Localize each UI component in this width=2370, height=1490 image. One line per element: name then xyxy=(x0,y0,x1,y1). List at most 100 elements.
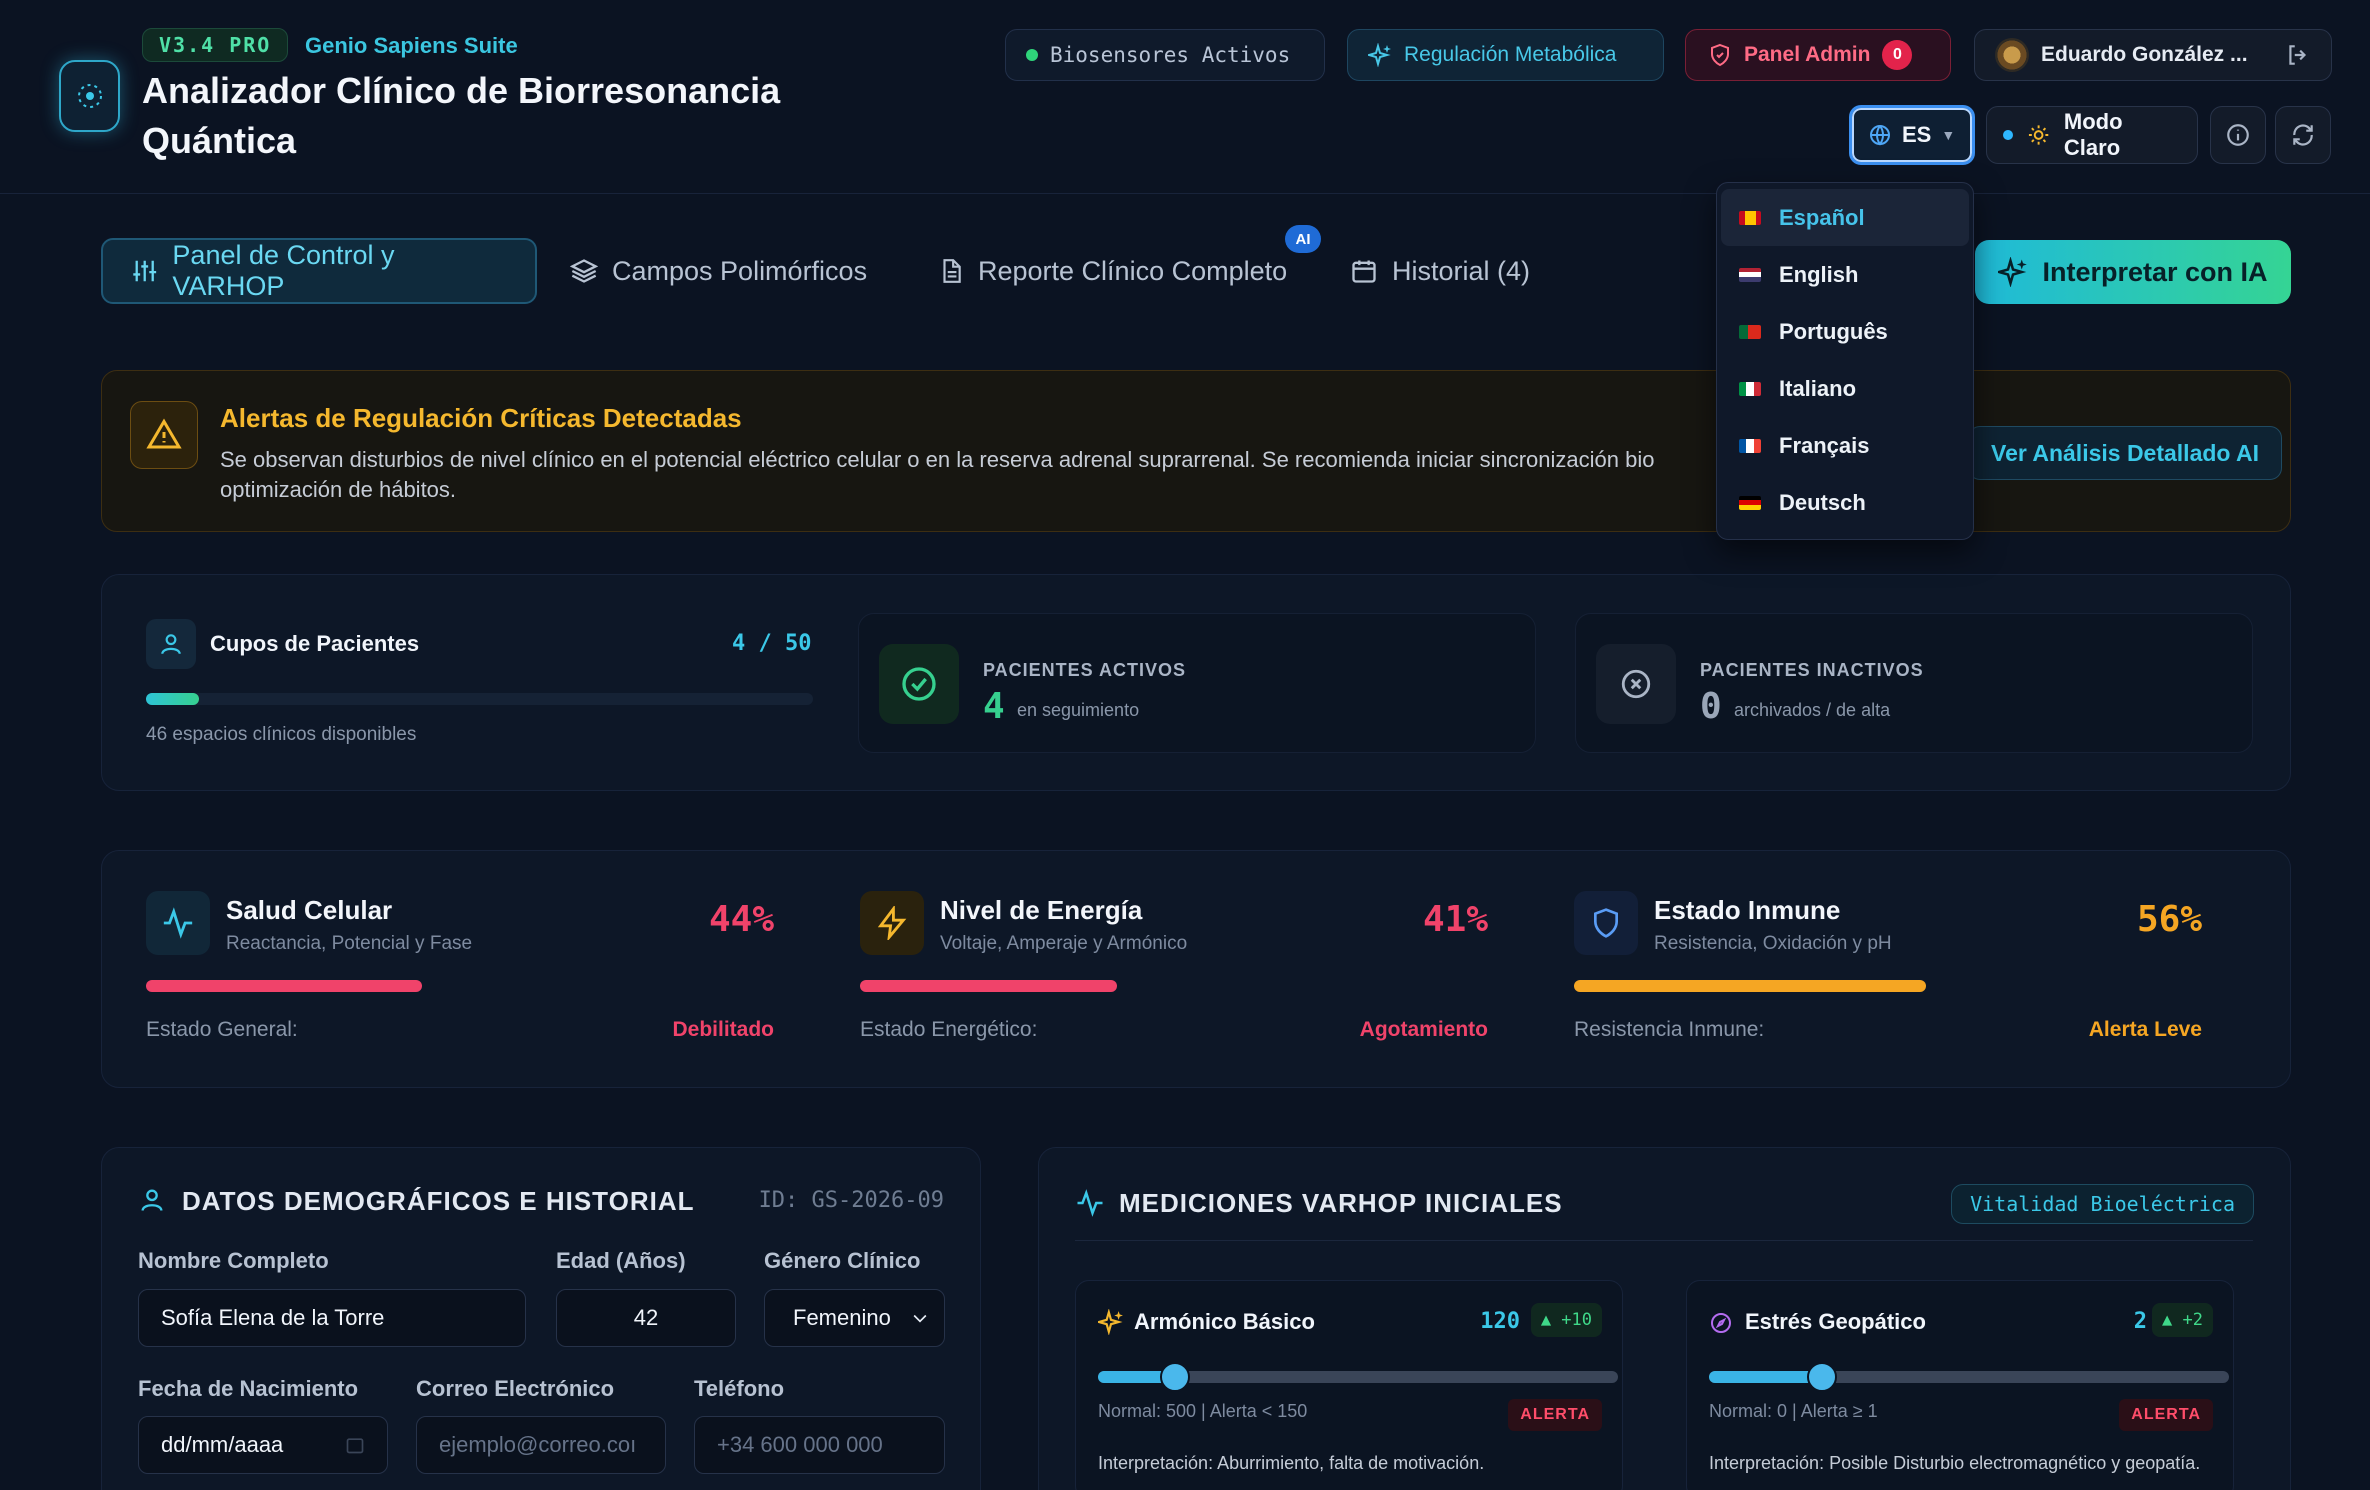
version-badge: V3.4 PRO xyxy=(142,28,289,62)
tab-polymorphic-fields[interactable]: Campos Polimórficos xyxy=(570,238,867,304)
cellular-health-metric: Salud Celular Reactancia, Potencial y Fa… xyxy=(102,891,774,1061)
measurement-value: 2 xyxy=(2133,1309,2147,1334)
measurement-value: 120 xyxy=(1480,1309,1520,1334)
globe-icon xyxy=(1870,125,1890,146)
alert-text-line: Se observan disturbios de nivel clínico … xyxy=(220,447,1655,472)
language-selector[interactable]: ES ▼ xyxy=(1849,105,1975,165)
energy-level-metric: Nivel de Energía Voltaje, Amperaje y Arm… xyxy=(816,891,1488,1061)
slider-handle[interactable] xyxy=(1160,1362,1190,1392)
flag-us-icon xyxy=(1739,267,1761,282)
gender-label: Género Clínico xyxy=(764,1248,921,1273)
status-badge: ALERTA xyxy=(1508,1399,1602,1431)
refresh-button[interactable] xyxy=(2275,106,2331,164)
vitality-badge: Vitalidad Bioeléctrica xyxy=(1951,1184,2254,1224)
interpret-ai-button[interactable]: Interpretar con IA xyxy=(1975,240,2291,304)
inactive-patients-label: PACIENTES INACTIVOS xyxy=(1700,660,1924,680)
slider-handle[interactable] xyxy=(1807,1362,1838,1392)
app-header: V3.4 PRO Genio Sapiens Suite Analizador … xyxy=(0,0,2370,194)
status-dot xyxy=(2003,130,2013,140)
tab-clinical-report[interactable]: Reporte Clínico Completo xyxy=(938,238,1287,304)
measurement-title: Armónico Básico xyxy=(1134,1309,1315,1334)
info-icon xyxy=(2227,124,2249,146)
bolt-icon-box xyxy=(860,891,924,955)
biosensors-label: Biosensores Activos xyxy=(1050,43,1291,67)
language-option-label: Deutsch xyxy=(1779,489,1866,515)
ai-badge: AI xyxy=(1285,225,1321,253)
tab-control-panel[interactable]: Panel de Control y VARHOP xyxy=(101,238,537,304)
document-icon xyxy=(943,259,961,283)
vital-subtitle: Voltaje, Amperaje y Armónico xyxy=(940,933,1188,954)
admin-panel-button[interactable]: Panel Admin 0 xyxy=(1685,29,1951,81)
slots-progress-bar xyxy=(146,693,813,705)
active-patients-card: PACIENTES ACTIVOS 4 en seguimiento xyxy=(858,613,1536,753)
vital-progress-bar xyxy=(146,980,774,992)
admin-panel-label: Panel Admin xyxy=(1744,43,1871,66)
user-icon xyxy=(161,634,181,655)
status-badge: ALERTA xyxy=(2119,1399,2213,1431)
vital-status-label: Estado Energético: xyxy=(860,1018,1038,1041)
biosensors-status[interactable]: Biosensores Activos xyxy=(1005,29,1325,81)
flag-pt-icon xyxy=(1739,324,1761,339)
vital-status: Debilitado xyxy=(672,1018,774,1041)
tab-history[interactable]: Historial (4) xyxy=(1350,238,1530,304)
calendar-icon[interactable] xyxy=(345,1435,365,1455)
age-field[interactable]: 42 xyxy=(556,1289,736,1347)
name-field[interactable]: Sofía Elena de la Torre xyxy=(138,1289,526,1347)
flag-de-icon xyxy=(1739,495,1761,510)
bolt-icon xyxy=(877,906,907,940)
flag-it-icon xyxy=(1739,381,1761,396)
language-option-label: Italiano xyxy=(1779,375,1857,401)
sparkles-icon xyxy=(1998,257,2028,287)
sun-icon xyxy=(2028,125,2048,145)
user-menu[interactable]: Eduardo González ... xyxy=(1974,29,2332,81)
demographics-title: DATOS DEMOGRÁFICOS E HISTORIAL xyxy=(182,1186,695,1216)
immune-state-metric: Estado Inmune Resistencia, Oxidación y p… xyxy=(1530,891,2202,1061)
birth-label: Fecha de Nacimiento xyxy=(138,1376,359,1401)
calendar-icon xyxy=(1352,260,1376,283)
tab-label: Reporte Clínico Completo xyxy=(978,255,1288,286)
vital-subtitle: Reactancia, Potencial y Fase xyxy=(226,933,473,954)
logout-icon[interactable] xyxy=(2285,42,2311,68)
divider xyxy=(1075,1240,2253,1241)
theme-toggle[interactable]: Modo Claro xyxy=(1986,106,2198,164)
sparkles-icon xyxy=(1368,43,1391,67)
varhop-measurements-panel: MEDICIONES VARHOP INICIALES Vitalidad Bi… xyxy=(1038,1147,2291,1490)
shield-icon xyxy=(1594,908,1618,938)
birth-date-field[interactable]: dd/mm/aaaa xyxy=(138,1416,388,1474)
suite-name: Genio Sapiens Suite xyxy=(305,33,518,58)
measurement-interpretation: Interpretación: Posible Disturbio electr… xyxy=(1709,1453,2201,1473)
slots-title: Cupos de Pacientes xyxy=(210,631,420,656)
sliders-icon xyxy=(133,260,157,282)
language-option-en[interactable]: English xyxy=(1717,246,1973,303)
inactive-patients-card: PACIENTES INACTIVOS 0 archivados / de al… xyxy=(1575,613,2253,753)
atom-icon xyxy=(77,84,102,108)
language-option-fr[interactable]: Français xyxy=(1717,417,1973,474)
language-option-it[interactable]: Italiano xyxy=(1717,360,1973,417)
email-field[interactable]: ejemplo@correo.coı xyxy=(416,1416,666,1474)
alert-icon-box xyxy=(130,401,198,469)
language-option-pt[interactable]: Português xyxy=(1717,303,1973,360)
language-option-de[interactable]: Deutsch xyxy=(1717,474,1973,531)
metabolic-regulation-button[interactable]: Regulación Metabólica xyxy=(1347,29,1664,81)
active-patients-label: PACIENTES ACTIVOS xyxy=(983,660,1187,680)
flag-es-icon xyxy=(1739,210,1761,225)
interpret-ai-label: Interpretar con IA xyxy=(2042,256,2268,287)
name-label: Nombre Completo xyxy=(138,1248,329,1273)
user-icon xyxy=(141,1189,163,1211)
detailed-analysis-button[interactable]: Ver Análisis Detallado AI xyxy=(1968,426,2283,480)
language-code: ES xyxy=(1902,122,1932,147)
measurement-slider[interactable] xyxy=(1098,1362,1618,1392)
measurement-slider[interactable] xyxy=(1709,1362,2229,1392)
info-button[interactable] xyxy=(2210,106,2266,164)
vital-progress-fill xyxy=(146,980,423,992)
measurement-reference: Normal: 500 | Alerta < 150 xyxy=(1098,1401,1308,1421)
layers-icon xyxy=(570,259,598,283)
gender-select[interactable]: Femenino xyxy=(764,1289,945,1347)
language-option-es[interactable]: Español xyxy=(1721,189,1969,246)
tab-label: Panel de Control y VARHOP xyxy=(172,240,395,301)
active-patients-sub: en seguimiento xyxy=(1017,700,1140,720)
phone-field[interactable]: +34 600 000 000 xyxy=(694,1416,945,1474)
vital-percent: 56% xyxy=(2136,899,2202,940)
active-patients-count: 4 xyxy=(983,686,1005,727)
alert-title: Alertas de Regulación Críticas Detectada… xyxy=(220,403,742,433)
